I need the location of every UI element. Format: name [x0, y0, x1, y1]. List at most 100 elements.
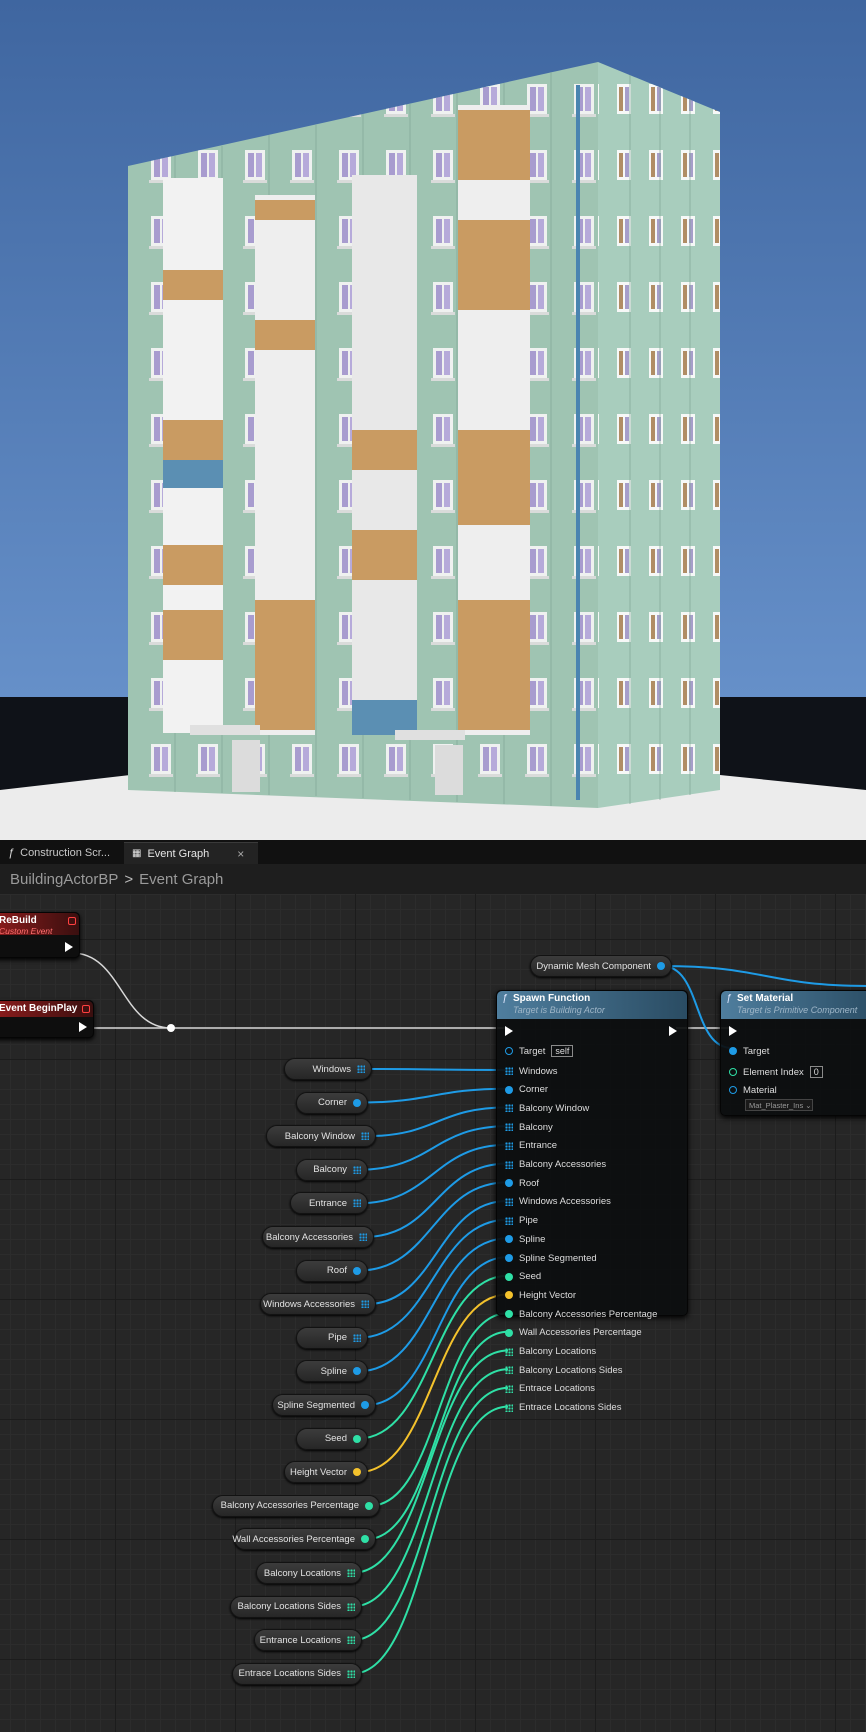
- element-index-row: Element Index 0: [729, 1064, 823, 1080]
- pin-label: Spline Segmented: [519, 1252, 597, 1264]
- exec-out-pin-icon[interactable]: [79, 1022, 87, 1032]
- array-pin-icon[interactable]: [505, 1197, 513, 1206]
- variable-getter[interactable]: Balcony Accessories: [262, 1226, 374, 1248]
- array-pin-icon[interactable]: [353, 1199, 361, 1208]
- self-value: self: [551, 1045, 574, 1057]
- variable-getter[interactable]: Entrance: [290, 1192, 368, 1215]
- set-material-node[interactable]: ƒ Set Material Target is Primitive Compo…: [720, 990, 866, 1116]
- array-pin-icon[interactable]: [505, 1160, 513, 1169]
- input-pin-icon[interactable]: [505, 1328, 513, 1337]
- close-icon[interactable]: ×: [237, 847, 244, 861]
- variable-label: Balcony Locations Sides: [237, 1601, 341, 1613]
- exec-out-pin-icon[interactable]: [669, 1026, 677, 1036]
- exec-in-pin-icon[interactable]: [729, 1026, 737, 1036]
- variable-getter[interactable]: Spline Segmented: [272, 1394, 376, 1416]
- tab-event-graph[interactable]: ▦ Event Graph ×: [124, 842, 258, 864]
- variable-getter[interactable]: Entrace Locations Sides: [232, 1662, 362, 1685]
- array-pin-icon[interactable]: [505, 1123, 513, 1132]
- variable-getter[interactable]: Spline: [296, 1360, 368, 1383]
- array-pin-icon[interactable]: [357, 1065, 365, 1073]
- array-pin-icon[interactable]: [347, 1669, 355, 1678]
- dynamic-mesh-component-getter[interactable]: Dynamic Mesh Component: [530, 955, 672, 977]
- pin-label: Entrace Locations: [519, 1383, 596, 1395]
- variable-label: Height Vector: [289, 1466, 347, 1478]
- array-pin-icon[interactable]: [505, 1403, 513, 1412]
- pin-label: Element Index: [743, 1066, 804, 1078]
- exec-in-pin-icon[interactable]: [505, 1026, 513, 1036]
- object-pin-icon[interactable]: [729, 1086, 737, 1094]
- output-pin-icon[interactable]: [365, 1501, 373, 1510]
- material-dropdown[interactable]: Mat_Plaster_Ins ⌄: [745, 1099, 813, 1111]
- variable-getter[interactable]: Pipe: [296, 1326, 368, 1349]
- variable-label: Balcony Locations: [263, 1567, 341, 1579]
- output-pin-icon[interactable]: [353, 1468, 361, 1477]
- variable-getter[interactable]: Windows Accessories: [260, 1293, 376, 1316]
- element-index-input[interactable]: 0: [809, 1066, 823, 1078]
- array-pin-icon[interactable]: [353, 1333, 361, 1342]
- array-pin-icon[interactable]: [505, 1347, 513, 1356]
- input-pin-icon[interactable]: [505, 1272, 513, 1281]
- variable-label: Entrance Locations: [259, 1634, 341, 1646]
- input-pin-icon[interactable]: [505, 1179, 513, 1188]
- input-pin-icon[interactable]: [505, 1310, 513, 1319]
- variable-label: Balcony Window: [284, 1130, 355, 1142]
- array-pin-icon[interactable]: [505, 1067, 513, 1075]
- object-pin-icon[interactable]: [657, 962, 665, 970]
- variable-getter[interactable]: Balcony Locations: [256, 1562, 362, 1584]
- tab-construction-script[interactable]: ƒ Construction Scr...: [0, 842, 120, 864]
- event-graph-canvas[interactable]: ReBuild Custom Event Event BeginPlay Dyn…: [0, 894, 866, 1732]
- delegate-pin-icon[interactable]: [68, 917, 76, 925]
- delegate-pin-icon[interactable]: [82, 1005, 90, 1013]
- input-pin-row: Spline Segmented: [505, 1250, 597, 1266]
- array-pin-icon[interactable]: [505, 1366, 513, 1375]
- function-icon: ƒ: [8, 847, 15, 859]
- input-pin-icon[interactable]: [505, 1085, 513, 1094]
- input-pin-icon[interactable]: [505, 1254, 513, 1262]
- variable-getter[interactable]: Balcony Accessories Percentage: [212, 1494, 380, 1517]
- object-pin-icon[interactable]: [729, 1047, 737, 1055]
- exec-out-pin-icon[interactable]: [65, 942, 73, 952]
- array-pin-icon[interactable]: [347, 1602, 355, 1611]
- array-pin-icon[interactable]: [505, 1216, 513, 1225]
- array-pin-icon[interactable]: [361, 1300, 369, 1309]
- output-pin-icon[interactable]: [353, 1266, 361, 1275]
- variable-getter[interactable]: Corner: [296, 1091, 368, 1114]
- variable-getter[interactable]: Seed: [296, 1427, 368, 1450]
- spawn-function-node[interactable]: ƒ Spawn Function Target is Building Acto…: [496, 990, 688, 1413]
- output-pin-icon[interactable]: [353, 1434, 361, 1443]
- array-pin-icon[interactable]: [353, 1165, 361, 1174]
- array-pin-icon[interactable]: [505, 1104, 513, 1113]
- variable-getter[interactable]: Entrance Locations: [254, 1629, 362, 1652]
- array-pin-icon[interactable]: [505, 1384, 513, 1393]
- level-viewport[interactable]: [0, 0, 866, 840]
- input-pin-icon[interactable]: [505, 1291, 513, 1300]
- array-pin-icon[interactable]: [361, 1132, 369, 1141]
- output-pin-icon[interactable]: [361, 1535, 369, 1544]
- variable-getter[interactable]: Windows: [284, 1058, 372, 1080]
- rebuild-event-node[interactable]: ReBuild Custom Event: [0, 912, 80, 958]
- array-pin-icon[interactable]: [505, 1141, 513, 1150]
- input-pin-icon[interactable]: [505, 1235, 513, 1244]
- input-pin-row: Balcony Locations: [505, 1344, 596, 1360]
- integer-pin-icon[interactable]: [729, 1068, 737, 1076]
- variable-getter[interactable]: Balcony Window: [266, 1125, 376, 1148]
- variable-getter[interactable]: Balcony: [296, 1158, 368, 1181]
- reroute-node[interactable]: [167, 1024, 175, 1032]
- output-pin-icon[interactable]: [353, 1367, 361, 1376]
- array-pin-icon[interactable]: [347, 1636, 355, 1645]
- breadcrumb-root[interactable]: BuildingActorBP: [10, 871, 118, 888]
- variable-getter[interactable]: Height Vector: [284, 1461, 368, 1484]
- begin-play-event-node[interactable]: Event BeginPlay: [0, 1000, 94, 1038]
- variable-getter[interactable]: Roof: [296, 1259, 368, 1282]
- variable-label: Entrace Locations Sides: [238, 1668, 341, 1680]
- variable-getter[interactable]: Balcony Locations Sides: [230, 1595, 362, 1618]
- variable-label: Seed: [324, 1433, 347, 1445]
- variable-getter[interactable]: Wall Accessories Percentage: [232, 1528, 376, 1551]
- array-pin-icon[interactable]: [347, 1569, 355, 1577]
- array-pin-icon[interactable]: [359, 1233, 367, 1241]
- pin-label: Spline: [519, 1233, 546, 1245]
- target-pin-icon[interactable]: [505, 1047, 513, 1055]
- variable-label: Balcony: [313, 1164, 347, 1176]
- output-pin-icon[interactable]: [361, 1401, 369, 1409]
- output-pin-icon[interactable]: [353, 1098, 361, 1107]
